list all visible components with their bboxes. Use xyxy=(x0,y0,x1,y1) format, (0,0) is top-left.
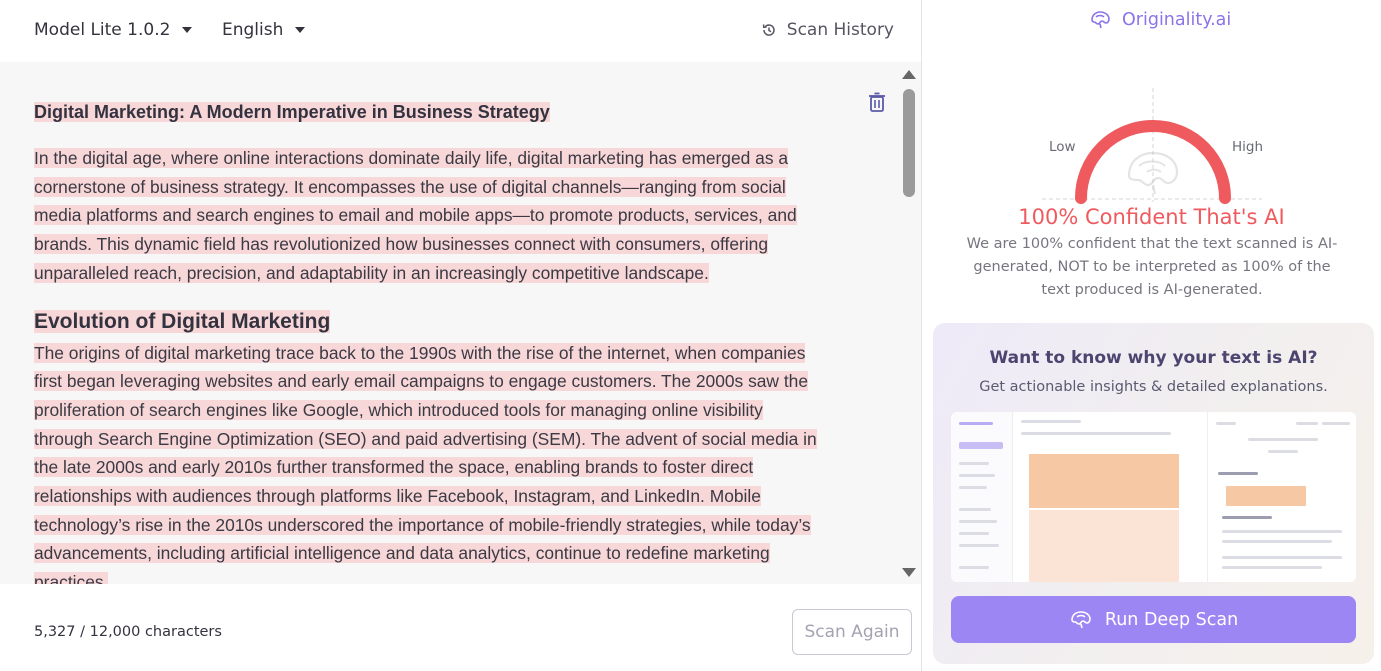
section-heading: Evolution of Digital Marketing xyxy=(34,309,331,333)
results-pane: Originality.ai Low High 100% Confident T… xyxy=(922,0,1381,671)
history-icon xyxy=(762,24,775,36)
app: Model Lite 1.0.2 English Scan History Di… xyxy=(0,0,1381,671)
toolbar: Model Lite 1.0.2 English Scan History xyxy=(0,0,921,62)
document-content[interactable]: Digital Marketing: A Modern Imperative i… xyxy=(34,98,824,584)
preview-deep-scan-panel xyxy=(1207,412,1356,582)
preview-editor xyxy=(1015,412,1205,582)
clear-text-button[interactable] xyxy=(868,92,886,116)
confidence-explanation: We are 100% confident that the text scan… xyxy=(966,236,1338,298)
deep-scan-promo: Want to know why your text is AI? Get ac… xyxy=(933,323,1374,664)
gauge-low-label: Low xyxy=(1049,139,1076,155)
paragraph: In the digital age, where online interac… xyxy=(34,148,797,283)
language-dropdown-label: English xyxy=(222,20,284,40)
deep-scan-preview-image xyxy=(951,412,1356,582)
scroll-up-arrow[interactable] xyxy=(902,70,916,79)
model-dropdown-label: Model Lite 1.0.2 xyxy=(34,20,171,40)
editor-footer: 5,327 / 12,000 characters Scan Again xyxy=(0,584,921,671)
scan-history-label: Scan History xyxy=(786,20,894,40)
editor-pane: Model Lite 1.0.2 English Scan History Di… xyxy=(0,0,921,671)
paragraph: The origins of digital marketing trace b… xyxy=(34,339,824,584)
brain-icon xyxy=(1071,610,1091,628)
brand-name: Originality.ai xyxy=(1122,10,1232,30)
run-deep-scan-label: Run Deep Scan xyxy=(1104,609,1239,630)
text-editor[interactable]: Digital Marketing: A Modern Imperative i… xyxy=(0,62,921,584)
promo-subtitle: Get actionable insights & detailed expla… xyxy=(979,379,1328,395)
brain-icon xyxy=(1091,11,1110,29)
chevron-down-icon xyxy=(295,27,306,33)
scrollbar-thumb[interactable] xyxy=(903,89,915,197)
confidence-headline: 100% Confident That's AI xyxy=(1018,205,1285,229)
model-dropdown[interactable]: Model Lite 1.0.2 xyxy=(34,20,193,40)
run-deep-scan-button[interactable]: Run Deep Scan xyxy=(951,596,1356,643)
character-count: 5,327 / 12,000 characters xyxy=(34,624,222,640)
chevron-down-icon xyxy=(182,27,193,33)
scan-again-button[interactable]: Scan Again xyxy=(792,609,912,655)
brand-logo[interactable]: Originality.ai xyxy=(1088,10,1231,30)
preview-sidebar xyxy=(951,412,1013,582)
scan-history-button[interactable]: Scan History xyxy=(761,20,894,40)
scroll-down-arrow[interactable] xyxy=(902,568,916,577)
language-dropdown[interactable]: English xyxy=(222,20,306,40)
promo-title: Want to know why your text is AI? xyxy=(989,348,1318,368)
gauge-high-label: High xyxy=(1232,139,1264,155)
document-title: Digital Marketing: A Modern Imperative i… xyxy=(34,102,550,122)
trash-icon xyxy=(869,92,885,112)
